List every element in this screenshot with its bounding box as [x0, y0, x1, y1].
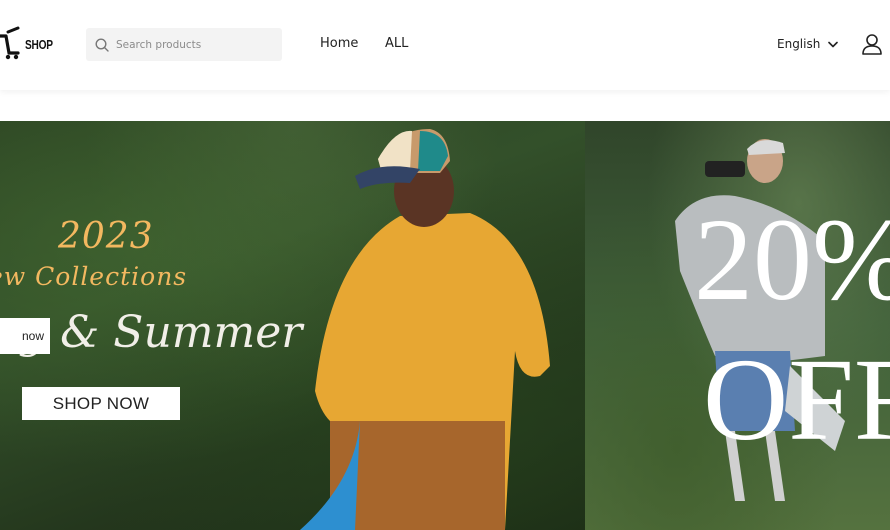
hero-slide-summer[interactable]: 2023 ew Collections g & Summer now SHOP … [0, 121, 585, 530]
account-button[interactable] [861, 33, 883, 60]
model-photo [675, 139, 845, 501]
hero-season-title: g & Summer [18, 307, 303, 358]
site-logo[interactable]: SHOP [0, 26, 61, 62]
search-icon [95, 37, 109, 52]
chevron-down-icon [828, 41, 839, 47]
user-icon [862, 34, 882, 55]
nav-home[interactable]: Home [320, 36, 358, 51]
logo-text: SHOP [25, 36, 53, 52]
shop-now-button[interactable]: SHOP NOW [22, 387, 180, 420]
language-label: English [777, 37, 821, 51]
cart-logo-icon [0, 26, 20, 60]
promo-percent: 20% [694, 194, 890, 325]
promo-off: OFF [703, 334, 890, 465]
search-box[interactable] [86, 28, 282, 61]
language-selector[interactable]: English [777, 37, 839, 51]
hero-slide-promo[interactable]: 20% OFF [585, 121, 890, 530]
nav-all[interactable]: ALL [385, 36, 408, 51]
hero-carousel: 2023 ew Collections g & Summer now SHOP … [0, 121, 890, 530]
hero-collections: ew Collections [0, 262, 188, 291]
shop-now-pill[interactable]: now [0, 318, 50, 354]
search-input[interactable] [116, 38, 266, 51]
hero-year: 2023 [58, 216, 154, 257]
site-header: SHOP Home ALL English [0, 0, 890, 90]
